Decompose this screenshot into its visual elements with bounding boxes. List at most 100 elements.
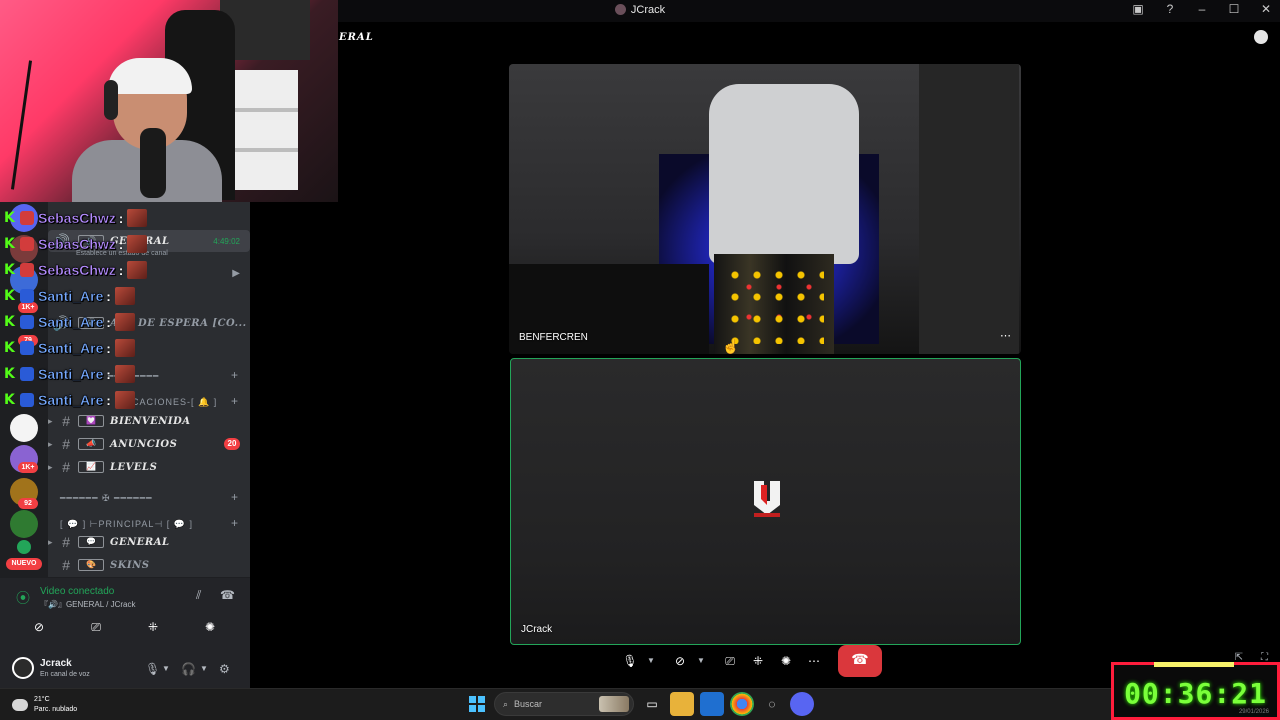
webcam-person bbox=[108, 58, 192, 94]
chat-icon[interactable] bbox=[1254, 30, 1268, 44]
channel-title: ERAL bbox=[339, 32, 374, 43]
disconnect-icon[interactable]: ☎ bbox=[220, 588, 235, 602]
search-highlight-image bbox=[599, 696, 629, 712]
video-icon[interactable]: ▶ bbox=[232, 268, 240, 279]
voice-panel: ⦿ Video conectado 『🔊』GENERAL / JCrack ⫽ … bbox=[0, 577, 250, 688]
user-name[interactable]: Jcrack bbox=[40, 658, 72, 669]
chat-message: K Santi_Are: bbox=[0, 336, 135, 360]
chat-message: K SebasChwz: bbox=[0, 232, 148, 256]
add-channel-icon[interactable]: + bbox=[231, 516, 238, 530]
timer-accent bbox=[1154, 662, 1234, 667]
screen-share-button[interactable]: ⎚ bbox=[76, 617, 116, 637]
tile-name: JCrack bbox=[521, 624, 553, 635]
streamer-webcam bbox=[0, 0, 338, 202]
add-channel-icon[interactable]: + bbox=[231, 490, 238, 504]
chrome-icon[interactable] bbox=[730, 692, 754, 716]
server-icon[interactable] bbox=[10, 510, 38, 538]
kick-icon: K bbox=[4, 314, 15, 330]
call-controls: 🎙 ▼ ⊘ ▼ ⎚ ⁜ ✺ ⋯ ☎ bbox=[616, 644, 882, 678]
user-badge-icon bbox=[20, 341, 34, 355]
weather-widget[interactable]: 21°C Parc. nublado bbox=[12, 695, 77, 715]
signal-icon[interactable]: ⦿ bbox=[16, 588, 30, 608]
kick-icon: K bbox=[4, 262, 15, 278]
user-status: En canal de voz bbox=[40, 671, 90, 678]
channel-emoji: 🎨 bbox=[78, 559, 104, 571]
chat-colon: : bbox=[118, 210, 124, 226]
category-label: [ 💬 ] ⊢PRINCIPAL⊣ [ 💬 ] bbox=[60, 519, 193, 529]
weather-text: 21°C Parc. nublado bbox=[34, 695, 77, 715]
webcam-microphone bbox=[140, 128, 166, 198]
search-icon: ⌕ bbox=[503, 698, 509, 709]
noise-suppression-icon[interactable]: ⫽ bbox=[196, 588, 201, 603]
chevron-down-icon[interactable]: ▼ bbox=[694, 647, 708, 675]
channel-name: LEVELS bbox=[110, 461, 158, 473]
voice-status[interactable]: Video conectado bbox=[40, 586, 114, 597]
channel-anuncios[interactable]: ▸ # 📣 ANUNCIOS 20 bbox=[48, 433, 250, 455]
search-placeholder: Buscar bbox=[514, 699, 543, 709]
video-tile-benfercren[interactable]: BENFERCREN ⋯ bbox=[509, 64, 1021, 354]
discord-icon[interactable] bbox=[790, 692, 814, 716]
taskbar-search[interactable]: ⌕ Buscar bbox=[494, 692, 634, 716]
more-options-icon[interactable]: ⋯ bbox=[1000, 329, 1011, 342]
inbox-icon[interactable]: ▣ bbox=[1130, 2, 1146, 16]
maximize-button[interactable]: ☐ bbox=[1226, 2, 1242, 16]
server-icon[interactable] bbox=[17, 540, 31, 554]
server-icon[interactable] bbox=[10, 414, 38, 442]
microphone-icon[interactable]: 🎙 bbox=[145, 662, 160, 676]
channel-name: BIENVENIDA bbox=[110, 415, 191, 427]
sidebar: 1K+ 79 1K+ 92 NUEVO 🔊 🔊 GENERAL 4:49:02 … bbox=[0, 202, 250, 688]
more-icon[interactable]: ⋯ bbox=[800, 647, 828, 675]
chat-colon: : bbox=[106, 314, 111, 330]
outlook-icon[interactable] bbox=[700, 692, 724, 716]
camera-off-icon[interactable]: ⊘ bbox=[666, 647, 694, 675]
screen-share-icon[interactable]: ⎚ bbox=[716, 647, 744, 675]
chevron-down-icon[interactable]: ▼ bbox=[162, 664, 170, 673]
channel-general-text[interactable]: ▸ # 💬 GENERAL bbox=[48, 531, 250, 553]
voice-channel[interactable]: 『🔊』GENERAL / JCrack bbox=[40, 599, 135, 610]
emote-icon bbox=[114, 391, 135, 409]
taskbar-apps: ⌕ Buscar ▭ ◌ bbox=[466, 692, 814, 716]
app-icon[interactable]: ◌ bbox=[760, 692, 784, 716]
webcam-person bbox=[104, 80, 118, 120]
add-channel-icon[interactable]: + bbox=[231, 368, 238, 382]
emote-icon bbox=[114, 365, 135, 383]
avatar[interactable] bbox=[12, 657, 34, 679]
emote-icon bbox=[114, 313, 135, 331]
windows-start-icon[interactable] bbox=[466, 693, 488, 715]
help-icon[interactable]: ? bbox=[1162, 2, 1178, 16]
task-view-icon[interactable]: ▭ bbox=[640, 692, 664, 716]
activities-icon[interactable]: ⁜ bbox=[744, 647, 772, 675]
soundboard-button[interactable]: ✺ bbox=[190, 617, 230, 637]
category-header[interactable]: ━━━━━━ ✠ ━━━━━━ + bbox=[48, 488, 250, 508]
close-button[interactable]: ✕ bbox=[1258, 2, 1274, 16]
add-channel-icon[interactable]: + bbox=[231, 394, 238, 408]
hang-up-button[interactable]: ☎ bbox=[838, 645, 882, 677]
user-badge-icon bbox=[20, 263, 34, 277]
chevron-right-icon: ▸ bbox=[48, 415, 53, 426]
channel-levels[interactable]: ▸ # 📈 LEVELS bbox=[48, 456, 250, 478]
chevron-down-icon[interactable]: ▼ bbox=[644, 647, 658, 675]
file-explorer-icon[interactable] bbox=[670, 692, 694, 716]
video-tile-jcrack[interactable]: JCrack bbox=[510, 358, 1021, 645]
voice-time: 4:49:02 bbox=[213, 236, 240, 246]
user-area: Jcrack En canal de voz 🎙 ▼ 🎧 ▼ ⚙ bbox=[0, 651, 250, 688]
gear-icon[interactable]: ⚙ bbox=[219, 662, 230, 676]
microphone-icon[interactable]: 🎙 bbox=[616, 647, 644, 675]
server-badge: 92 bbox=[18, 498, 38, 509]
activities-button[interactable]: ⁜ bbox=[133, 617, 173, 637]
soundboard-icon[interactable]: ✺ bbox=[772, 647, 800, 675]
chat-message: K SebasChwz: bbox=[0, 258, 148, 282]
chevron-down-icon[interactable]: ▼ bbox=[200, 664, 208, 673]
chat-message: K SebasChwz: bbox=[0, 206, 148, 230]
kick-icon: K bbox=[4, 236, 15, 252]
kick-icon: K bbox=[4, 210, 15, 226]
minimize-button[interactable]: – bbox=[1194, 2, 1210, 16]
headphones-icon[interactable]: 🎧 bbox=[181, 662, 196, 676]
camera-off-button[interactable]: ⊘ bbox=[19, 617, 59, 637]
timer-date: 29/01/2026 bbox=[1238, 709, 1269, 715]
channel-skins[interactable]: # 🎨 SKINS bbox=[48, 554, 250, 576]
channel-bienvenida[interactable]: ▸ # 💟 BIENVENIDA bbox=[48, 410, 250, 432]
channel-emoji: 💬 bbox=[78, 536, 104, 548]
user-badge-icon bbox=[20, 289, 34, 303]
timer-value: 00:36:21 bbox=[1124, 677, 1267, 710]
